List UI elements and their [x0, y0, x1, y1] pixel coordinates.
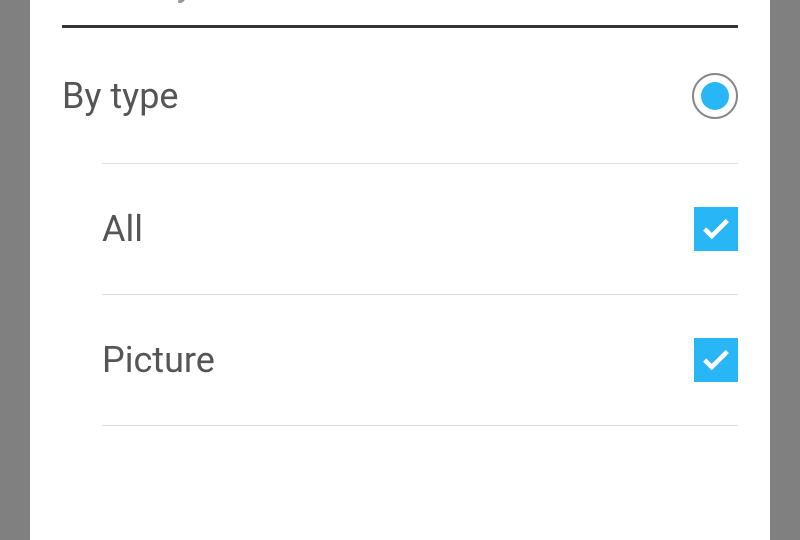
- option-file-only-label: File only: [62, 0, 194, 4]
- option-by-type[interactable]: By type: [30, 28, 770, 163]
- filter-all[interactable]: All: [30, 164, 770, 294]
- filter-picture[interactable]: Picture: [30, 295, 770, 425]
- checkbox-all[interactable]: [694, 207, 738, 251]
- checkbox-picture[interactable]: [694, 338, 738, 382]
- item-divider: [102, 425, 738, 426]
- filter-all-label: All: [102, 208, 143, 250]
- radio-by-type[interactable]: [692, 73, 738, 119]
- settings-screen: File only By type All Picture: [30, 0, 770, 540]
- radio-selected-dot: [701, 82, 729, 110]
- check-icon: [699, 343, 733, 377]
- option-by-type-label: By type: [62, 75, 179, 117]
- check-icon: [699, 212, 733, 246]
- option-file-only[interactable]: File only: [30, 0, 770, 13]
- filter-picture-label: Picture: [102, 339, 215, 381]
